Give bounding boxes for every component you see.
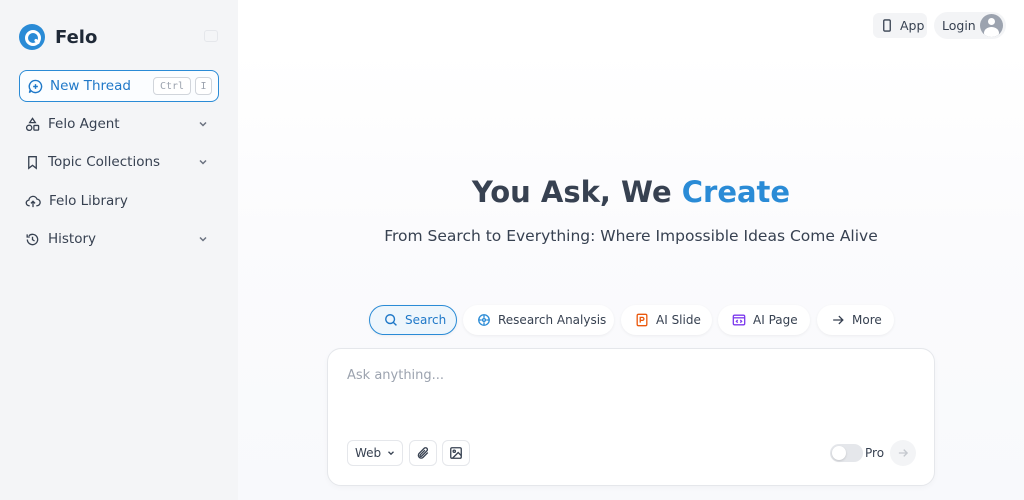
brand-name: Felo	[55, 26, 98, 48]
history-icon	[26, 233, 39, 245]
sidebar-item-history[interactable]: History	[19, 224, 219, 254]
image-icon	[450, 447, 462, 459]
brand-logo[interactable]: Felo	[19, 24, 97, 50]
slide-icon	[636, 313, 648, 327]
sidebar-item-label: Felo Agent	[48, 116, 120, 132]
pro-label: Pro	[865, 446, 885, 460]
bookmark-icon	[28, 155, 37, 170]
hero-title-accent: Create	[681, 175, 791, 209]
sidebar-collapse-icon[interactable]	[204, 30, 218, 42]
mode-ai-page-button[interactable]: AI Page	[718, 305, 810, 335]
hero-subtitle: From Search to Everything: Where Impossi…	[384, 227, 878, 245]
page-code-icon	[732, 314, 746, 326]
shortcut-ctrl-key: Ctrl	[153, 77, 191, 95]
mode-label: AI Slide	[656, 313, 701, 327]
research-icon	[478, 314, 490, 326]
sidebar-item-label: History	[48, 231, 97, 247]
send-button[interactable]	[890, 440, 916, 466]
sidebar-item-felo-library[interactable]: Felo Library	[19, 186, 219, 216]
paperclip-icon	[417, 447, 429, 459]
sidebar-item-label: Topic Collections	[48, 154, 161, 170]
search-icon	[385, 314, 397, 326]
ask-input[interactable]	[347, 364, 907, 386]
sidebar-item-label: Felo Library	[49, 193, 128, 209]
chevron-down-icon[interactable]	[197, 118, 209, 130]
source-select[interactable]: Web	[347, 440, 403, 466]
ask-box: Web Pro	[327, 348, 935, 486]
login-button-label: Login	[942, 18, 976, 33]
image-upload-button[interactable]	[442, 440, 470, 466]
sidebar-item-felo-agent[interactable]: Felo Agent	[19, 109, 219, 139]
agent-shapes-icon	[25, 116, 40, 131]
new-thread-button[interactable]: New Thread Ctrl I	[19, 70, 219, 102]
hero-title: You Ask, We Create	[238, 175, 1024, 209]
arrow-right-icon	[833, 315, 844, 325]
mode-research-analysis-button[interactable]: Research Analysis	[463, 305, 614, 335]
new-chat-icon	[28, 79, 43, 93]
source-select-value: Web	[355, 446, 382, 460]
mobile-phone-icon	[883, 19, 891, 32]
shortcut-i-key: I	[195, 77, 212, 95]
pro-toggle[interactable]	[830, 444, 863, 462]
app-button[interactable]: App	[873, 13, 927, 38]
chevron-down-icon[interactable]	[197, 233, 209, 245]
mode-ai-slide-button[interactable]: AI Slide	[621, 305, 712, 335]
attach-button[interactable]	[409, 440, 437, 466]
sidebar-item-topic-collections[interactable]: Topic Collections	[19, 147, 219, 177]
arrow-right-icon	[898, 449, 909, 457]
chevron-down-icon	[388, 451, 395, 456]
mode-label: Search	[405, 313, 447, 327]
mode-label: More	[852, 313, 882, 327]
avatar	[980, 14, 1003, 37]
login-button[interactable]: Login	[934, 12, 1006, 39]
mode-label: Research Analysis	[498, 313, 607, 327]
felo-logo-icon	[19, 24, 45, 50]
cloud-upload-icon	[25, 195, 41, 207]
mode-search-button[interactable]: Search	[369, 305, 457, 335]
mode-label: AI Page	[753, 313, 798, 327]
app-button-label: App	[900, 18, 925, 33]
chevron-down-icon[interactable]	[197, 156, 209, 168]
mode-more-button[interactable]: More	[817, 305, 894, 335]
hero-title-prefix: You Ask, We	[471, 175, 672, 209]
sidebar: Felo New Thread Ctrl I Felo Agent Topic …	[0, 0, 238, 500]
new-thread-label: New Thread	[50, 78, 131, 94]
